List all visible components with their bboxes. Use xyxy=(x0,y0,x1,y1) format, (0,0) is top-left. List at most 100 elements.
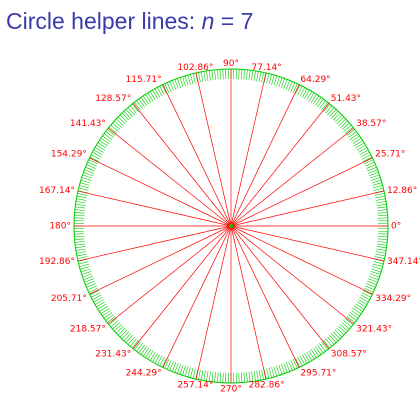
angle-label: 51.43° xyxy=(331,94,361,104)
degree-tick xyxy=(108,318,117,326)
degree-tick xyxy=(136,343,143,352)
degree-tick xyxy=(74,238,85,240)
angle-label: 12.86° xyxy=(387,186,417,196)
degree-tick xyxy=(371,179,382,184)
degree-tick xyxy=(100,137,110,145)
angle-label: 347.14° xyxy=(387,257,420,267)
degree-tick xyxy=(258,370,262,381)
degree-tick xyxy=(280,364,285,374)
helper-line xyxy=(77,190,232,227)
degree-tick xyxy=(75,246,86,249)
degree-tick xyxy=(192,368,196,379)
degree-tick xyxy=(354,140,363,147)
degree-tick xyxy=(108,126,117,134)
degree-tick xyxy=(77,256,88,259)
helper-line xyxy=(162,225,232,368)
degree-tick xyxy=(356,144,366,151)
degree-tick xyxy=(374,190,385,194)
degree-tick xyxy=(131,340,139,349)
angle-label: 180° xyxy=(49,222,71,232)
degree-tick xyxy=(80,268,91,273)
degree-tick xyxy=(182,76,186,87)
degree-tick xyxy=(219,69,222,80)
degree-tick xyxy=(195,72,199,83)
degree-tick xyxy=(306,351,313,361)
angle-label: 167.14° xyxy=(39,186,75,196)
degree-tick xyxy=(238,69,240,80)
degree-tick xyxy=(75,206,86,209)
degree-tick xyxy=(271,367,275,378)
degree-tick xyxy=(238,372,240,383)
degree-tick xyxy=(266,368,270,379)
helper-line xyxy=(108,225,232,325)
angle-label: 38.57° xyxy=(356,119,386,129)
degree-tick xyxy=(195,369,199,380)
degree-tick xyxy=(258,71,262,82)
degree-tick xyxy=(145,94,152,103)
degree-tick xyxy=(105,314,114,321)
degree-tick xyxy=(79,266,90,270)
degree-tick xyxy=(149,91,156,101)
degree-tick xyxy=(184,75,189,86)
degree-tick xyxy=(377,233,388,235)
degree-tick xyxy=(376,201,387,204)
degree-tick xyxy=(177,364,182,374)
degree-tick xyxy=(276,76,280,87)
degree-tick xyxy=(192,73,196,84)
angle-label: 64.29° xyxy=(300,75,330,85)
angle-label: 257.14° xyxy=(177,381,213,391)
angle-label: 295.71° xyxy=(300,369,336,379)
degree-tick xyxy=(82,174,93,179)
degree-tick xyxy=(310,349,317,358)
degree-tick xyxy=(278,77,283,88)
degree-tick xyxy=(76,195,87,199)
degree-tick xyxy=(149,351,156,361)
degree-tick xyxy=(103,133,113,140)
degree-tick xyxy=(327,336,335,345)
degree-tick xyxy=(370,177,381,181)
degree-tick xyxy=(76,251,87,254)
degree-tick xyxy=(74,212,85,214)
degree-tick xyxy=(152,353,158,363)
degree-tick xyxy=(331,110,339,119)
degree-tick xyxy=(127,107,135,116)
degree-tick xyxy=(99,140,108,147)
degree-tick xyxy=(121,331,130,340)
degree-tick xyxy=(376,246,387,249)
degree-tick xyxy=(332,112,341,121)
degree-tick xyxy=(268,74,272,85)
degree-tick xyxy=(332,331,341,340)
degree-tick xyxy=(374,193,385,196)
degree-tick xyxy=(266,73,270,84)
degree-tick xyxy=(112,122,121,130)
degree-tick xyxy=(377,241,388,243)
degree-tick xyxy=(206,371,209,382)
degree-tick xyxy=(103,312,113,319)
degree-tick xyxy=(377,212,388,214)
degree-tick xyxy=(179,364,184,375)
degree-tick xyxy=(331,333,339,342)
degree-tick xyxy=(372,263,383,267)
degree-tick xyxy=(214,372,216,383)
degree-tick xyxy=(145,349,152,358)
angle-label: 141.43° xyxy=(70,119,106,129)
circle-diagram: 0° 12.86° 25.71° 38.57° 51.43°64.29° 77.14° 90… xyxy=(39,59,420,395)
degree-tick xyxy=(75,201,86,204)
degree-tick xyxy=(75,243,86,246)
angle-label: 205.71° xyxy=(51,294,87,304)
angle-label: 244.29° xyxy=(126,369,162,379)
degree-tick xyxy=(198,369,201,380)
degree-tick xyxy=(123,333,131,342)
angle-label: 231.43° xyxy=(95,350,131,360)
degree-tick xyxy=(352,137,362,145)
helper-line xyxy=(230,225,373,295)
degree-tick xyxy=(325,105,333,114)
helper-line xyxy=(195,72,232,227)
helper-line xyxy=(89,157,232,227)
degree-tick xyxy=(374,258,385,262)
degree-tick xyxy=(352,307,362,315)
degree-tick xyxy=(374,256,385,259)
degree-tick xyxy=(190,74,194,85)
degree-tick xyxy=(261,369,264,380)
degree-tick xyxy=(75,248,86,251)
